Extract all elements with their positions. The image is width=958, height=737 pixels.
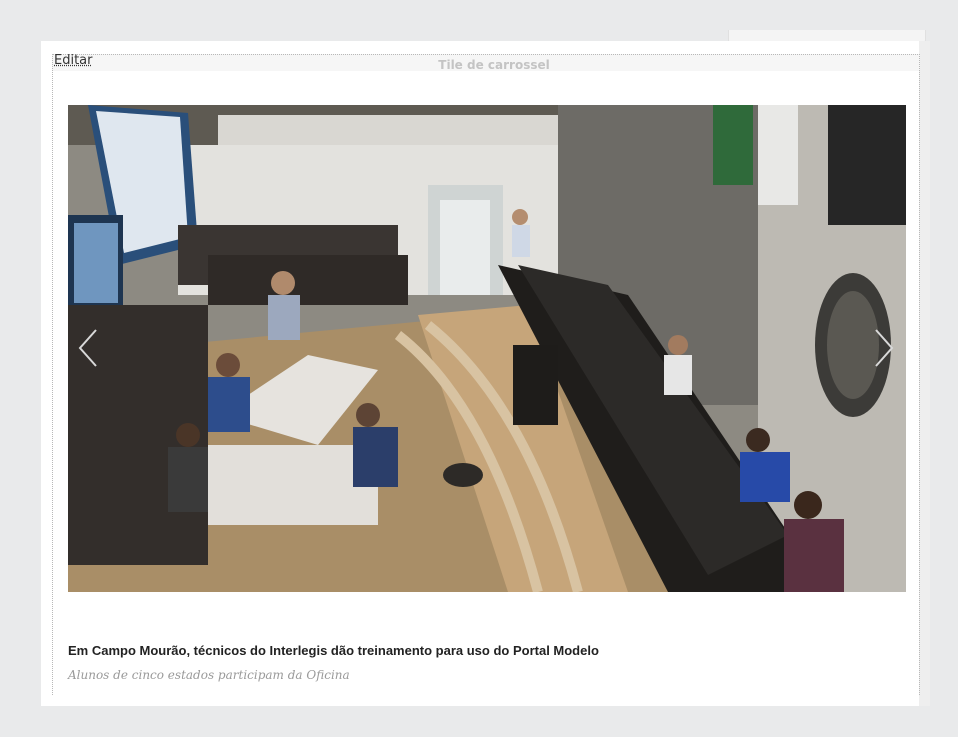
carousel-next-button[interactable]: [868, 318, 898, 378]
slide-title-link[interactable]: Em Campo Mourão, técnicos do Interlegis …: [68, 643, 599, 658]
edit-link[interactable]: Editar: [54, 53, 93, 68]
panel-edge: [919, 41, 930, 706]
chevron-left-icon: [78, 329, 97, 367]
slide-description: Alunos de cinco estados participam da Of…: [68, 668, 350, 682]
page-background: Editar Tile de carrossel Em Campo Mourão…: [0, 0, 958, 737]
chevron-right-icon: [875, 329, 894, 367]
carousel-prev-button[interactable]: [74, 318, 104, 378]
carousel-slide-image[interactable]: [68, 105, 906, 592]
classroom-photo: [68, 105, 906, 592]
tile-type-label: Tile de carrossel: [438, 59, 550, 71]
